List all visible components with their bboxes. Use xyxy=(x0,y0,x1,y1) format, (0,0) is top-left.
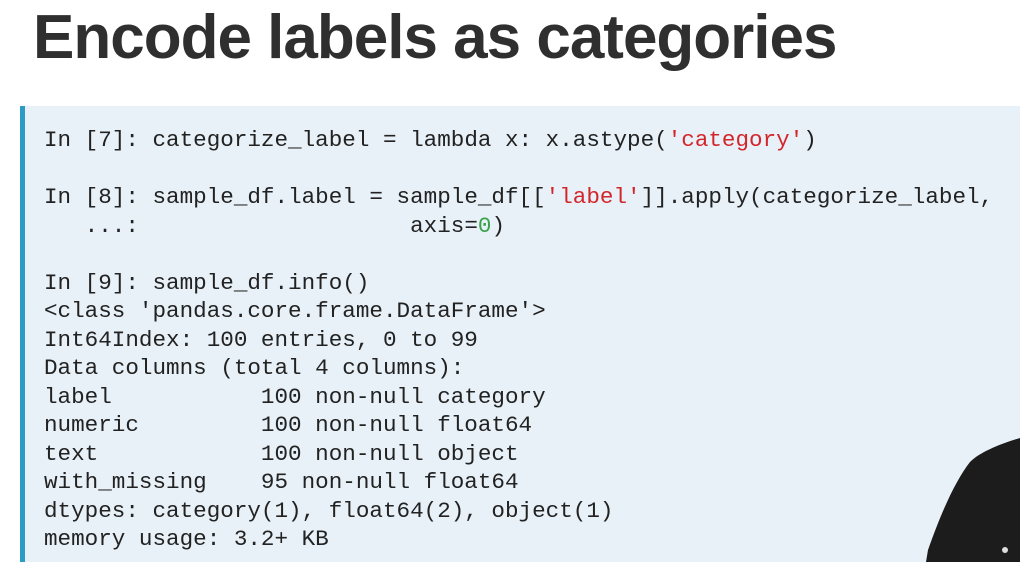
code: ]].apply(categorize_label, xyxy=(640,184,994,210)
presenter-silhouette xyxy=(926,438,1020,562)
output-line: Int64Index: 100 entries, 0 to 99 xyxy=(44,326,478,353)
continuation-prompt: ...: xyxy=(44,212,153,239)
code: categorize_label = lambda x: x.astype( xyxy=(152,127,668,153)
string-literal: 'category' xyxy=(667,127,804,153)
cell-9: In [9]: sample_df.info() xyxy=(44,270,369,296)
output-line: <class 'pandas.core.frame.DataFrame'> xyxy=(44,298,546,324)
prompt: In [7]: xyxy=(44,127,153,153)
output-line: numeric 100 non-null float64 xyxy=(44,412,533,438)
cell-7: In [7]: categorize_label = lambda x: x.a… xyxy=(44,127,817,153)
code: axis= xyxy=(152,212,478,239)
output-line: memory usage: 3.2+ KB xyxy=(44,526,329,552)
prompt: In [9]: xyxy=(44,269,153,296)
output-line: dtypes: category(1), float64(2), object(… xyxy=(44,497,614,524)
code: sample_df.info() xyxy=(152,269,370,296)
prompt: In [8]: xyxy=(44,184,153,210)
output-line: with_missing 95 non-null float64 xyxy=(44,469,519,495)
cell-8: In [8]: sample_df.label = sample_df[['la… xyxy=(44,184,993,239)
code: sample_df.label = sample_df[[ xyxy=(152,184,546,210)
output-line: Data columns (total 4 columns): xyxy=(44,355,465,381)
code: ) xyxy=(491,212,505,239)
code: ) xyxy=(803,127,817,153)
number-literal: 0 xyxy=(477,212,492,239)
slide-title: Encode labels as categories xyxy=(33,3,837,72)
output-line: text 100 non-null object xyxy=(44,440,519,467)
ipython-session: In [7]: categorize_label = lambda x: x.a… xyxy=(44,126,993,554)
output-line: label 100 non-null category xyxy=(44,383,546,410)
string-literal: 'label' xyxy=(545,184,641,210)
